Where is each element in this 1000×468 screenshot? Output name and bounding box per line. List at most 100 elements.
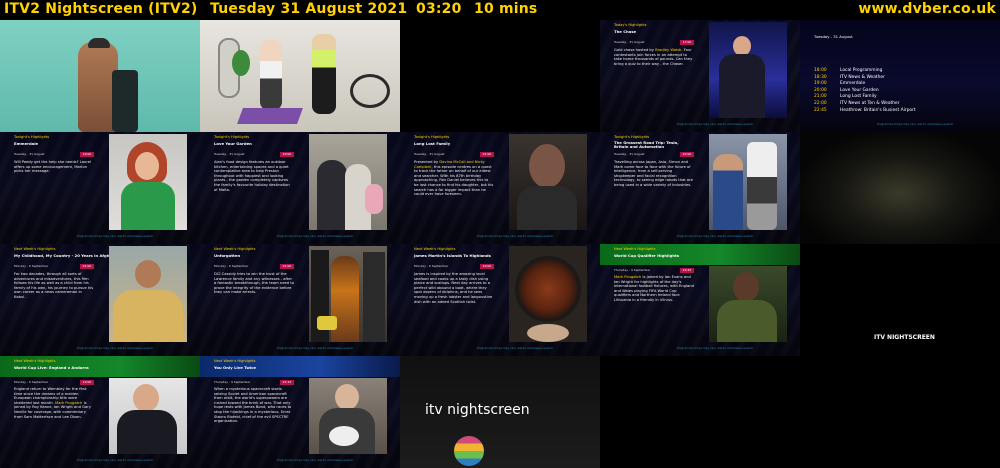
face-shape [133,384,159,412]
card-photo [109,378,187,454]
green-top-shape [121,182,175,230]
yellow-bag [317,316,337,330]
card-title: James Martin's Islands To Highlands [414,253,491,258]
card-kicker: Next Week's Highlights [414,247,456,251]
card-footer: Programme times may vary due to unforese… [77,234,153,238]
thumb-black-2 [800,356,1000,468]
seafood-shape [527,324,569,342]
card-time: 19:00 [80,152,94,157]
channel-title: ITV2 Nightscreen (ITV2) [4,1,198,17]
wheat-shape [113,290,183,342]
schedule-list: 18:00 Local Programming 18:30 ITV News & We… [814,68,994,114]
child-shape [365,184,383,214]
jacket-shape [112,70,138,132]
card-kicker: Next Week's Highlights [214,247,256,251]
face-shape [135,260,161,288]
trainer-left [260,40,282,110]
card-schedule[interactable]: Tuesday - 31 August 18:00 Local Programmi… [800,20,1000,132]
card-kicker: Tonight's Highlights [214,135,250,139]
card-kicker: Tonight's Highlights [14,135,50,139]
card-title: You Only Live Twice [214,365,256,370]
card-title: Emmerdale [14,141,39,146]
face-shape [335,384,359,410]
card-footer: Programme times may vary due to unforese… [277,346,353,350]
suit-shape [117,410,177,454]
schedule-time: 19:00 [814,81,827,87]
card-you-only-live-twice[interactable]: Next Week's Highlights You Only Live Twi… [200,356,400,468]
face-shape [135,152,159,180]
paella-pan-icon [515,256,581,322]
card-the-chase[interactable]: Today's Highlights The Chase Tuesday - 3… [600,20,800,132]
schedule-time: 22:00 [814,100,827,106]
thumbnail-grid: Today's Highlights The Chase Tuesday - 3… [0,20,1000,468]
jacket-shape [517,186,577,230]
header-bar: ITV2 Nightscreen (ITV2) Tuesday 31 Augus… [0,0,1000,20]
card-title: The Chase [614,29,637,34]
card-footer: Programme times may vary due to unforese… [677,234,753,238]
flat-cap-icon [88,38,110,48]
card-world-cup-live[interactable]: Next Week's Highlights World Cup Live: E… [0,356,200,468]
card-time: 21:00 [480,152,494,157]
card-photo [109,246,187,342]
card-itv-nightscreen[interactable]: itv nightscreen [400,356,600,468]
card-emmerdale[interactable]: Tonight's Highlights Emmerdale Tuesday -… [0,132,200,244]
schedule-programme: Emmerdale [840,81,866,87]
card-love-your-garden[interactable]: Tonight's Highlights Love Your Garden Tu… [200,132,400,244]
thumb-black-1 [600,356,800,468]
card-description: Will Paddy get the help she needs? Laure… [14,160,92,174]
card-kicker: Next Week's Highlights [14,247,56,251]
card-title: World Cup Live: England v Andorra [14,365,89,370]
card-time: 21:00 [280,264,294,269]
card-description: James is inspired by the amazing local s… [414,272,493,304]
robot-icon [747,142,777,230]
schedule-time: 18:30 [814,74,827,80]
schedule-date: Tuesday - 31 August [814,34,853,39]
card-footer: Programme times may vary due to unforese… [77,458,153,462]
card-footer: Programme times may vary due to unforese… [277,234,353,238]
card-description: Presented by Davina McCall and Nicky Cam… [414,160,494,197]
card-photo [709,22,787,118]
card-time: 20:00 [280,152,294,157]
card-footer: Programme times may vary due to unforese… [277,458,353,462]
face-shape [733,36,751,56]
card-road-trip[interactable]: Tonight's Highlights The Grossest Road T… [600,132,800,244]
broadcast-date: Tuesday 31 August 2021 [210,1,408,17]
bike-wheel-icon [350,74,390,108]
card-photo [309,134,387,230]
card-world-cup-qualifier[interactable]: Next Week's Highlights World Cup Qualifi… [600,244,800,356]
card-photo [709,134,787,230]
card-description: England return to Wembley for the first … [14,387,91,419]
card-time: 21:00 [80,264,94,269]
card-photo [509,134,587,230]
presenter-figure [713,154,743,230]
card-footer: Programme times may vary due to unforese… [77,346,153,350]
card-kicker: Next Week's Highlights [614,247,656,251]
card-title: World Cup Qualifier Highlights [614,253,680,258]
card-description: Travelling across Japan, Asia, Simon and… [614,160,693,187]
thumb-2-fitness[interactable] [200,20,400,132]
thumb-1-presenter[interactable] [0,20,200,132]
broadcast-duration: 10 mins [474,1,538,17]
card-nightscreen-slate[interactable]: ITV NIGHTSCREEN [800,244,1000,356]
card-time: 19:00 [80,380,94,385]
nightscreen-label: ITV NIGHTSCREEN [874,334,935,341]
schedule-row: 22:45 Heathrow: Britain's Busiest Airport [814,108,994,115]
card-unforgotten[interactable]: Next Week's Highlights Unforgotten Monda… [200,244,400,356]
yoga-mat [237,108,303,124]
broadcast-time: 03:20 [416,1,462,17]
thumb-blurred-scene[interactable] [800,132,1000,244]
card-footer: Programme times may vary due to unforese… [877,122,953,126]
card-photo [509,246,587,342]
card-islands-to-highlands[interactable]: Next Week's Highlights James Martin's Is… [400,244,600,356]
card-long-lost-family[interactable]: Tonight's Highlights Long Lost Family Tu… [400,132,600,244]
schedule-programme: Heathrow: Britain's Busiest Airport [840,107,916,113]
card-my-childhood[interactable]: Next Week's Highlights My Childhood, My … [0,244,200,356]
schedule-row: 18:00 Local Programming [814,68,994,75]
card-title: Unforgotten [214,253,241,258]
card-time: 20:00 [480,264,494,269]
card-description: DCI Cassidy tries to win the trust of th… [214,272,294,295]
schedule-time: 21:00 [814,94,827,100]
site-link[interactable]: www.dvber.co.uk [858,1,996,17]
card-description: Alan's food design features an outdoor k… [214,160,290,192]
schedule-programme: Love Your Garden [840,87,879,93]
